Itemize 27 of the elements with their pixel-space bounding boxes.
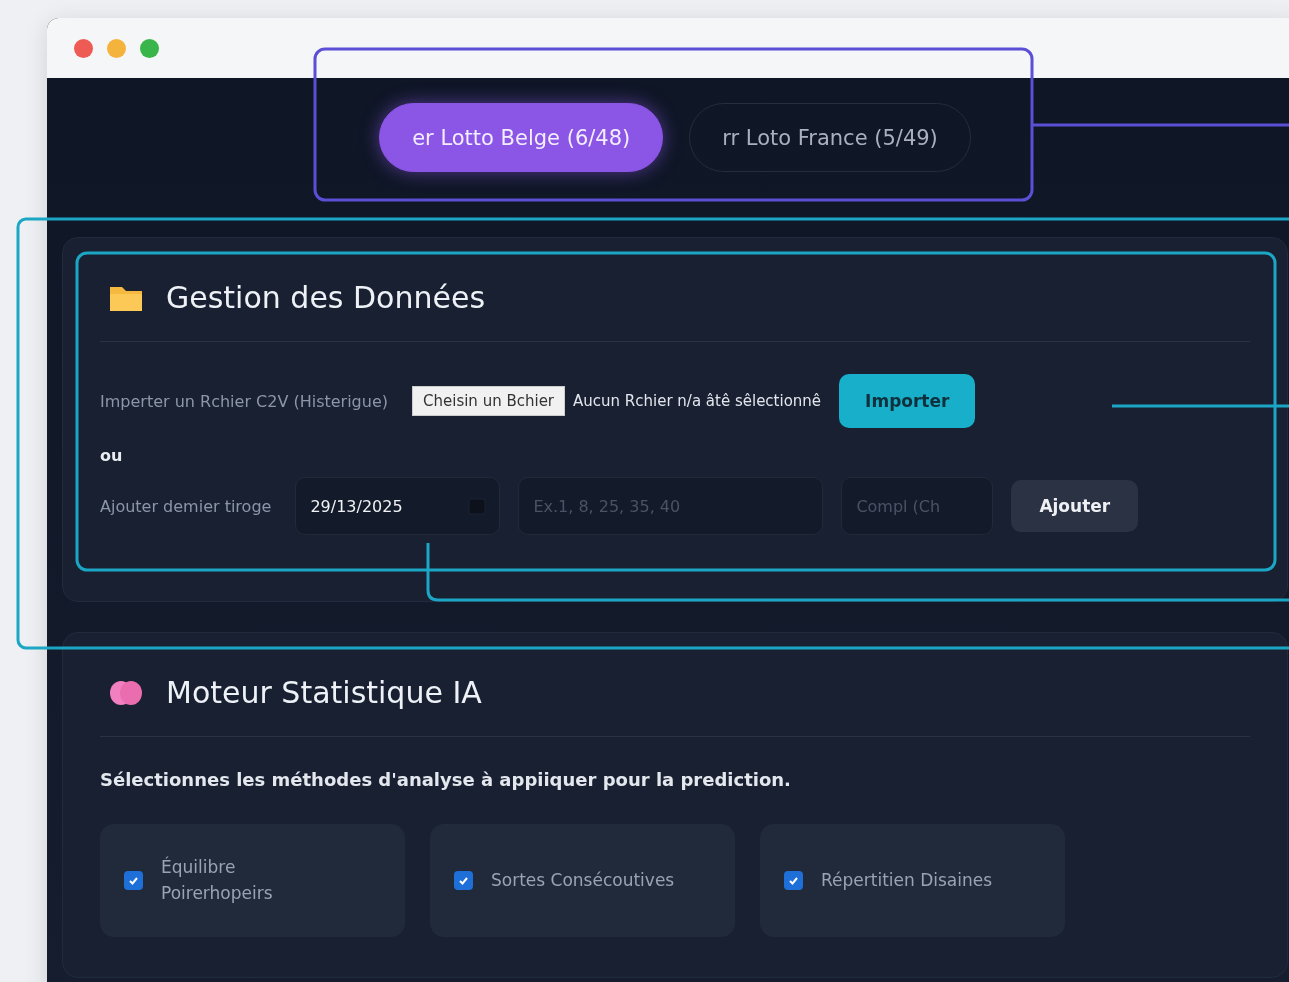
numbers-field[interactable]: Ex.1, 8, 25, 35, 40 (518, 477, 824, 535)
checkbox[interactable] (454, 871, 473, 890)
checkmark-icon (788, 875, 799, 886)
checkmark-icon (128, 875, 139, 886)
method-option[interactable]: Équilibre Poirerhopeirs (100, 824, 405, 937)
close-button[interactable] (74, 38, 93, 58)
add-button[interactable]: Ajouter (1011, 480, 1139, 532)
or-text: ou (100, 446, 124, 465)
section-title: Gestion des Données (166, 280, 486, 315)
checkbox[interactable] (784, 871, 803, 890)
choose-file-button[interactable]: Cheisin un Bchier (412, 386, 566, 416)
import-button[interactable]: Importer (839, 374, 976, 428)
method-option[interactable]: Répertitien Disaines (760, 824, 1065, 937)
method-option[interactable]: Sortes Consécoutives (430, 824, 735, 937)
complementary-field[interactable]: Compl (Ch (841, 477, 994, 535)
method-label: Répertitien Disaines (821, 868, 993, 892)
lottery-tab[interactable]: er Lotto Belge (6/48) (379, 103, 664, 172)
method-label: Équilibre Poirerhopeirs (161, 855, 274, 905)
date-field[interactable]: 29/13/2025 (295, 477, 501, 535)
method-label: Sortes Consécoutives (491, 868, 675, 892)
checkbox[interactable] (124, 871, 143, 890)
file-status: Aucun Rchier n/a âtê sêlectionnê (573, 392, 822, 410)
checkmark-icon (458, 875, 469, 886)
description-text: Sélectionnes les méthodes d'analyse à appiiquer pour la prediction. (100, 769, 792, 790)
add-draw-label: Ajouter demier tiroge (100, 496, 272, 516)
import-label: Imperter un Rchier C2V (Histerigue) (100, 391, 388, 411)
section-title: Moteur Statistique IA (166, 675, 482, 710)
